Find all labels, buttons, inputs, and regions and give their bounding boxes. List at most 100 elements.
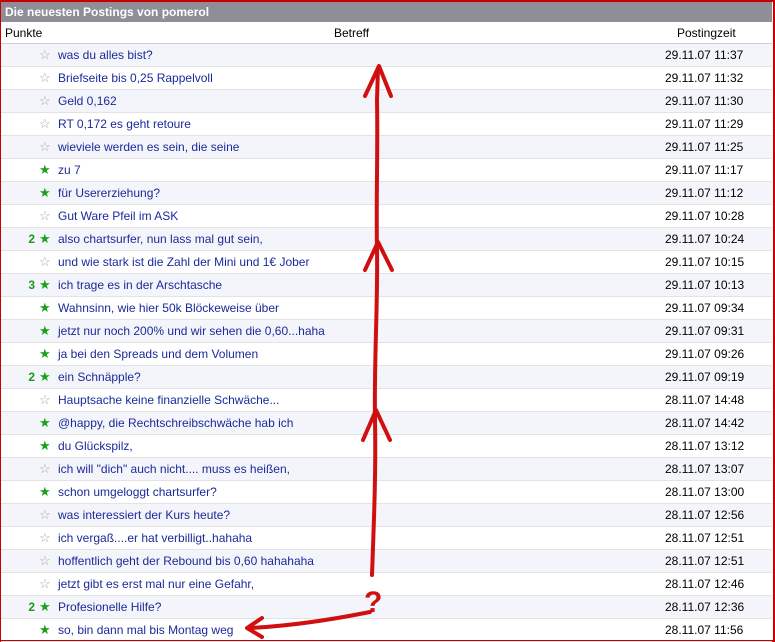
row-timestamp: 29.11.07 10:13 [665, 278, 745, 292]
table-row[interactable]: ★ schon umgeloggt chartsurfer? 28.11.07 13… [1, 481, 772, 504]
star-icon[interactable]: ☆ [39, 530, 51, 546]
row-timestamp: 29.11.07 09:34 [665, 301, 745, 315]
star-icon[interactable]: ★ [39, 415, 51, 431]
star-icon[interactable]: ★ [39, 162, 51, 178]
table-row[interactable]: ★ jetzt nur noch 200% und wir sehen die 0… [1, 320, 772, 343]
star-icon[interactable]: ★ [39, 300, 51, 316]
table-row[interactable]: ★ ja bei den Spreads und dem Volumen 29.11… [1, 343, 772, 366]
star-icon[interactable]: ★ [39, 231, 51, 247]
column-header-subject[interactable]: Betreff [334, 26, 369, 40]
table-row[interactable]: ☆ ich vergaß....er hat verbilligt..hahaha… [1, 527, 772, 550]
row-subject-link[interactable]: RT 0,172 es geht retoure [58, 117, 191, 131]
table-row[interactable]: ★ zu 7 29.11.07 11:17 [1, 159, 772, 182]
row-points: 2 [28, 370, 35, 384]
table-row[interactable]: ☆ und wie stark ist die Zahl der Mini und… [1, 251, 772, 274]
row-timestamp: 29.11.07 09:31 [665, 324, 745, 338]
table-row[interactable]: ★ so, bin dann mal bis Montag weg 28.11.07… [1, 619, 772, 642]
column-header-points[interactable]: Punkte [5, 26, 42, 40]
table-row[interactable]: ☆ RT 0,172 es geht retoure 29.11.07 11:29 [1, 113, 772, 136]
star-icon[interactable]: ☆ [39, 116, 51, 132]
row-subject-link[interactable]: wieviele werden es sein, die seine [58, 140, 239, 154]
row-points: 2 [28, 232, 35, 246]
table-row[interactable]: ☆ Briefseite bis 0,25 Rappelvoll 29.11.07 … [1, 67, 772, 90]
table-row[interactable]: 2 ★ also chartsurfer, nun lass mal gut sei… [1, 228, 772, 251]
row-timestamp: 28.11.07 13:00 [665, 485, 745, 499]
star-icon[interactable]: ☆ [39, 70, 51, 86]
row-subject-link[interactable]: schon umgeloggt chartsurfer? [58, 485, 217, 499]
star-icon[interactable]: ☆ [39, 392, 51, 408]
row-subject-link[interactable]: jetzt gibt es erst mal nur eine Gefahr, [58, 577, 254, 591]
table-row[interactable]: ☆ Geld 0,162 29.11.07 11:30 [1, 90, 772, 113]
star-icon[interactable]: ☆ [39, 139, 51, 155]
row-timestamp: 29.11.07 10:28 [665, 209, 745, 223]
row-subject-link[interactable]: ich will "dich" auch nicht.... muss es h… [58, 462, 290, 476]
star-icon[interactable]: ☆ [39, 507, 51, 523]
row-subject-link[interactable]: für Usererziehung? [58, 186, 160, 200]
column-header-time[interactable]: Postingzeit [677, 26, 736, 40]
table-row[interactable]: ★ @happy, die Rechtschreibschwäche hab ic… [1, 412, 772, 435]
star-icon[interactable]: ☆ [39, 576, 51, 592]
row-subject-link[interactable]: ich vergaß....er hat verbilligt..hahaha [58, 531, 252, 545]
star-icon[interactable]: ☆ [39, 93, 51, 109]
row-subject-link[interactable]: Briefseite bis 0,25 Rappelvoll [58, 71, 213, 85]
table-row[interactable]: ☆ ich will "dich" auch nicht.... muss es … [1, 458, 772, 481]
row-subject-link[interactable]: ich trage es in der Arschtasche [58, 278, 222, 292]
row-subject-link[interactable]: zu 7 [58, 163, 81, 177]
star-icon[interactable]: ☆ [39, 461, 51, 477]
row-subject-link[interactable]: was du alles bist? [58, 48, 153, 62]
star-icon[interactable]: ★ [39, 185, 51, 201]
row-subject-link[interactable]: jetzt nur noch 200% und wir sehen die 0,… [58, 324, 325, 338]
row-subject-link[interactable]: Profesionelle Hilfe? [58, 600, 161, 614]
row-subject-link[interactable]: @happy, die Rechtschreibschwäche hab ich [58, 416, 293, 430]
table-row[interactable]: ☆ was du alles bist? 29.11.07 11:37 [1, 44, 772, 67]
star-icon[interactable]: ★ [39, 346, 51, 362]
star-icon[interactable]: ★ [39, 599, 51, 615]
table-row[interactable]: 2 ★ Profesionelle Hilfe? 28.11.07 12:36 [1, 596, 772, 619]
table-row[interactable]: ☆ Gut Ware Pfeil im ASK 29.11.07 10:28 [1, 205, 772, 228]
row-subject-link[interactable]: Gut Ware Pfeil im ASK [58, 209, 178, 223]
row-subject-link[interactable]: ja bei den Spreads und dem Volumen [58, 347, 258, 361]
table-row[interactable]: ★ du Glückspilz, 28.11.07 13:12 [1, 435, 772, 458]
table-row[interactable]: 3 ★ ich trage es in der Arschtasche 29.11.0… [1, 274, 772, 297]
star-icon[interactable]: ★ [39, 622, 51, 638]
panel-title: Die neuesten Postings von pomerol [1, 2, 772, 22]
row-timestamp: 29.11.07 09:26 [665, 347, 745, 361]
star-icon[interactable]: ★ [39, 438, 51, 454]
row-subject-link[interactable]: du Glückspilz, [58, 439, 133, 453]
star-icon[interactable]: ☆ [39, 47, 51, 63]
row-timestamp: 28.11.07 12:56 [665, 508, 745, 522]
row-subject-link[interactable]: und wie stark ist die Zahl der Mini und … [58, 255, 309, 269]
star-icon[interactable]: ★ [39, 369, 51, 385]
row-timestamp: 28.11.07 12:51 [665, 554, 745, 568]
table-row[interactable]: ★ für Usererziehung? 29.11.07 11:12 [1, 182, 772, 205]
table-row[interactable]: 2 ★ ein Schnäpple? 29.11.07 09:19 [1, 366, 772, 389]
star-icon[interactable]: ★ [39, 323, 51, 339]
row-timestamp: 28.11.07 12:51 [665, 531, 745, 545]
star-icon[interactable]: ★ [39, 484, 51, 500]
star-icon[interactable]: ☆ [39, 553, 51, 569]
star-icon[interactable]: ☆ [39, 254, 51, 270]
row-subject-link[interactable]: also chartsurfer, nun lass mal gut sein, [58, 232, 263, 246]
row-subject-link[interactable]: Geld 0,162 [58, 94, 117, 108]
table-row[interactable]: ☆ jetzt gibt es erst mal nur eine Gefahr,… [1, 573, 772, 596]
row-timestamp: 28.11.07 12:36 [665, 600, 745, 614]
row-subject-link[interactable]: hoffentlich geht der Rebound bis 0,60 ha… [58, 554, 314, 568]
row-subject-link[interactable]: Hauptsache keine finanzielle Schwäche... [58, 393, 279, 407]
row-timestamp: 29.11.07 11:37 [665, 48, 744, 62]
table-row[interactable]: ☆ was interessiert der Kurs heute? 28.11.0… [1, 504, 772, 527]
table-row[interactable]: ☆ hoffentlich geht der Rebound bis 0,60 h… [1, 550, 772, 573]
row-timestamp: 29.11.07 11:25 [665, 140, 744, 154]
star-icon[interactable]: ☆ [39, 208, 51, 224]
row-timestamp: 28.11.07 11:56 [665, 623, 744, 637]
table-row[interactable]: ★ Wahnsinn, wie hier 50k Blöckeweise über… [1, 297, 772, 320]
row-subject-link[interactable]: Wahnsinn, wie hier 50k Blöckeweise über [58, 301, 279, 315]
star-icon[interactable]: ★ [39, 277, 51, 293]
row-timestamp: 29.11.07 11:30 [665, 94, 744, 108]
column-header-row: Punkte Betreff Postingzeit [1, 22, 772, 44]
table-row[interactable]: ☆ wieviele werden es sein, die seine 29.11… [1, 136, 772, 159]
row-subject-link[interactable]: so, bin dann mal bis Montag weg [58, 623, 233, 637]
row-subject-link[interactable]: ein Schnäpple? [58, 370, 141, 384]
row-points: 3 [28, 278, 35, 292]
table-row[interactable]: ☆ Hauptsache keine finanzielle Schwäche..… [1, 389, 772, 412]
row-subject-link[interactable]: was interessiert der Kurs heute? [58, 508, 230, 522]
